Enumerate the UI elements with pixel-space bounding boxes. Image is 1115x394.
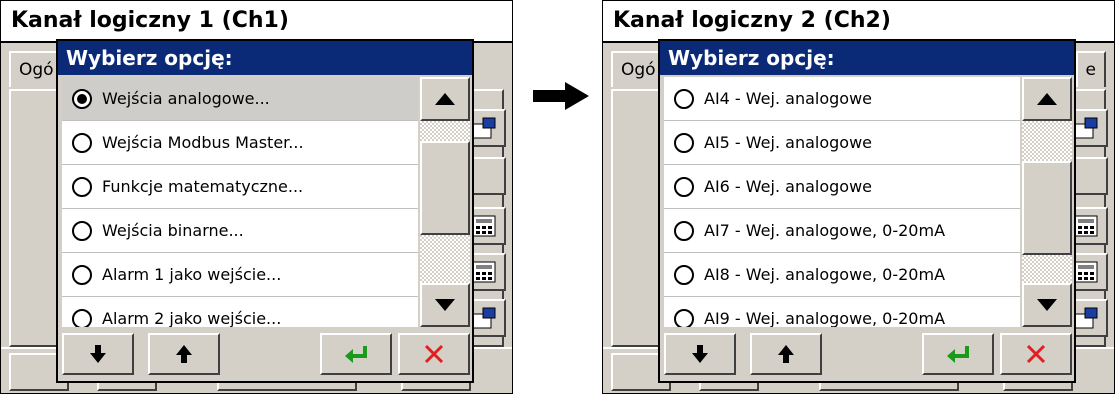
list-item[interactable]: Funkcje matematyczne... [62, 165, 418, 209]
list-item[interactable]: Wejścia analogowe... [62, 77, 418, 121]
enter-icon [345, 346, 367, 363]
list-item[interactable]: AI9 - Wej. analogowe, 0-20mA [664, 297, 1020, 327]
right-arrow-icon [533, 82, 589, 110]
settings-icon [1074, 117, 1098, 139]
close-icon [424, 344, 444, 364]
radio-button[interactable] [674, 88, 694, 109]
list-item-label: Alarm 2 jako wejście... [102, 309, 282, 327]
screen-after: Kanał logiczny 2 (Ch2) Ogó e T Kopiuj z … [602, 0, 1115, 394]
keypad-icon [472, 261, 496, 283]
list-item[interactable]: Alarm 2 jako wejście... [62, 297, 418, 327]
list-item[interactable]: AI5 - Wej. analogowe [664, 121, 1020, 165]
scroll-thumb[interactable] [420, 141, 470, 235]
option-list: Wejścia analogowe... Wejścia Modbus Mast… [62, 77, 418, 327]
triangle-down-icon [435, 299, 455, 311]
vertical-scrollbar[interactable] [1022, 77, 1072, 327]
list-item[interactable]: Wejścia binarne... [62, 209, 418, 253]
dialog-title: Wybierz opcję: [660, 41, 1074, 75]
list-item[interactable]: Alarm 1 jako wejście... [62, 253, 418, 297]
settings-icon [1074, 307, 1098, 329]
keypad-icon [1074, 261, 1098, 283]
cancel-button[interactable] [398, 333, 470, 375]
confirm-button[interactable] [320, 333, 392, 375]
page-up-button[interactable] [148, 333, 220, 375]
option-list: AI4 - Wej. analogowe AI5 - Wej. analogow… [664, 77, 1020, 327]
list-item[interactable]: AI8 - Wej. analogowe, 0-20mA [664, 253, 1020, 297]
radio-button[interactable] [674, 176, 694, 197]
background-window-title: Kanał logiczny 1 (Ch1) [1, 1, 512, 43]
arrow-down-icon [692, 345, 708, 363]
list-item[interactable]: AI4 - Wej. analogowe [664, 77, 1020, 121]
arrow-up-icon [176, 345, 192, 363]
radio-button[interactable] [72, 132, 92, 153]
list-item-label: Funkcje matematyczne... [102, 177, 304, 196]
triangle-up-icon [435, 93, 455, 105]
list-item-label: Wejścia Modbus Master... [102, 133, 304, 152]
list-item-label: AI7 - Wej. analogowe, 0-20mA [704, 221, 946, 240]
keypad-icon [1074, 215, 1098, 237]
scroll-down-button[interactable] [420, 283, 470, 327]
radio-button[interactable] [72, 264, 92, 285]
select-option-dialog: Wybierz opcję: Wejścia analogowe... Wejś… [56, 39, 474, 383]
enter-icon [947, 346, 969, 363]
radio-button[interactable] [72, 88, 92, 109]
list-item[interactable]: Wejścia Modbus Master... [62, 121, 418, 165]
arrow-down-icon [90, 345, 106, 363]
select-option-dialog: Wybierz opcję: AI4 - Wej. analogowe AI5 … [658, 39, 1076, 383]
settings-icon [472, 117, 496, 139]
list-item-label: AI9 - Wej. analogowe, 0-20mA [704, 309, 946, 327]
radio-button[interactable] [72, 308, 92, 327]
list-item[interactable]: AI6 - Wej. analogowe [664, 165, 1020, 209]
scroll-up-button[interactable] [1022, 77, 1072, 121]
list-item-label: AI6 - Wej. analogowe [704, 177, 872, 196]
triangle-down-icon [1037, 299, 1057, 311]
triangle-up-icon [1037, 93, 1057, 105]
confirm-button[interactable] [922, 333, 994, 375]
scroll-thumb[interactable] [1022, 161, 1072, 255]
list-item-label: Alarm 1 jako wejście... [102, 265, 282, 284]
list-item-label: Wejścia analogowe... [102, 89, 270, 108]
background-window-title: Kanał logiczny 2 (Ch2) [603, 1, 1114, 43]
list-item-label: AI4 - Wej. analogowe [704, 89, 872, 108]
radio-button[interactable] [674, 220, 694, 241]
settings-icon [472, 307, 496, 329]
scroll-up-button[interactable] [420, 77, 470, 121]
page-down-button[interactable] [62, 333, 134, 375]
page-down-button[interactable] [664, 333, 736, 375]
list-item-label: AI5 - Wej. analogowe [704, 133, 872, 152]
keypad-icon [472, 215, 496, 237]
dialog-title: Wybierz opcję: [58, 41, 472, 75]
screen-before: Kanał logiczny 1 (Ch1) Ogó T Kopiuj z Wy… [0, 0, 513, 394]
radio-button[interactable] [674, 308, 694, 327]
radio-button[interactable] [674, 132, 694, 153]
radio-button[interactable] [72, 176, 92, 197]
scroll-down-button[interactable] [1022, 283, 1072, 327]
close-icon [1026, 344, 1046, 364]
page-up-button[interactable] [750, 333, 822, 375]
list-item-label: Wejścia binarne... [102, 221, 244, 240]
arrow-up-icon [778, 345, 794, 363]
list-item[interactable]: AI7 - Wej. analogowe, 0-20mA [664, 209, 1020, 253]
radio-button[interactable] [72, 220, 92, 241]
list-item-label: AI8 - Wej. analogowe, 0-20mA [704, 265, 946, 284]
cancel-button[interactable] [1000, 333, 1072, 375]
vertical-scrollbar[interactable] [420, 77, 470, 327]
radio-button[interactable] [674, 264, 694, 285]
tab-right[interactable]: e [1075, 51, 1106, 87]
